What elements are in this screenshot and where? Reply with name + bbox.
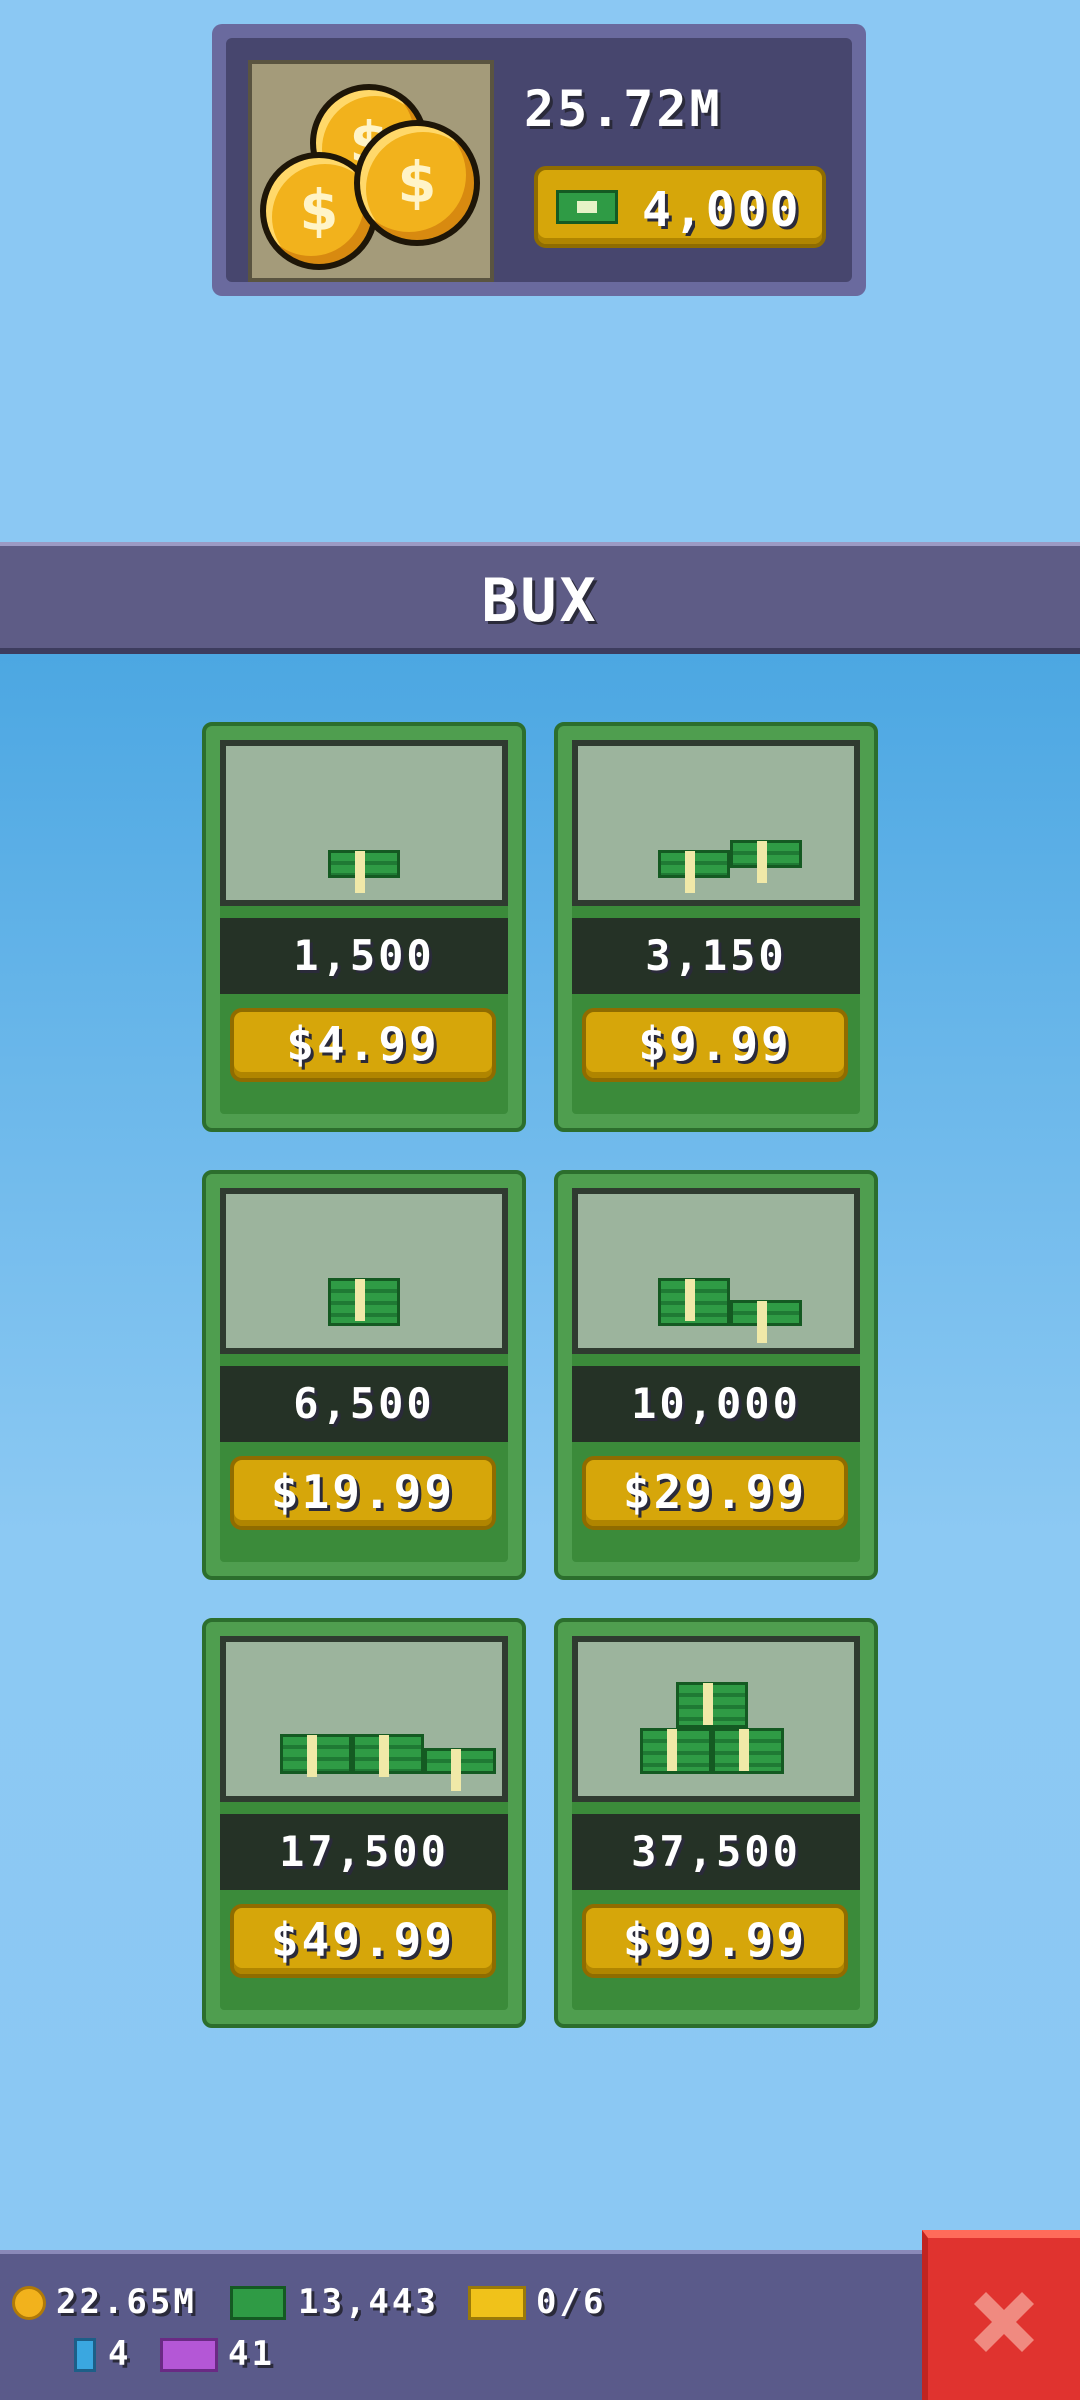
pack-amount: 1,500 [220, 918, 508, 994]
bux-bill-icon [328, 1278, 400, 1326]
bux-bill-icon [640, 1728, 712, 1774]
buy-button[interactable]: $4.99 [230, 1008, 496, 1082]
buy-button[interactable]: $9.99 [582, 1008, 848, 1082]
price-label: $49.99 [270, 1913, 456, 1967]
pack-image [220, 740, 508, 906]
bux-bill-icon [730, 840, 802, 883]
price-label: $9.99 [638, 1017, 792, 1071]
bux-bill-icon [424, 1748, 496, 1791]
buy-button[interactable]: $99.99 [582, 1904, 848, 1978]
pack-image [220, 1636, 508, 1802]
pack-image [572, 1188, 860, 1354]
bux-bill-icon [658, 850, 730, 893]
bux-bill-icon [658, 1278, 730, 1326]
elevator-pass-icon [74, 2338, 96, 2372]
pack-amount: 3,150 [572, 918, 860, 994]
bux-bill-icon [328, 850, 400, 893]
buy-button[interactable]: $29.99 [582, 1456, 848, 1530]
shop-area: 1,500 $4.99 3,150 $9.99 6,500 $19.99 10,… [0, 654, 1080, 2250]
bux-bill-icon [230, 2286, 286, 2320]
price-label: $4.99 [286, 1017, 440, 1071]
close-button[interactable] [922, 2230, 1080, 2400]
pack-image [572, 740, 860, 906]
bux-bill-icon [712, 1728, 784, 1774]
bottom-vip-tickets: 41 [228, 2334, 275, 2374]
coins-balance: 25.72M [524, 80, 723, 138]
bottom-bux: 13,443 [298, 2282, 439, 2322]
bottom-status-bar: 22.65M 13,443 0/6 4 41 [0, 2250, 1080, 2400]
buy-button[interactable]: $19.99 [230, 1456, 496, 1530]
bux-bill-icon [676, 1682, 748, 1728]
coin-stack-icon: $ $ $ [248, 60, 494, 282]
ticket-icon [468, 2286, 526, 2320]
bux-balance-button[interactable]: 4,000 [534, 166, 826, 248]
coin-icon [12, 2286, 46, 2320]
bux-pack-card: 3,150 $9.99 [554, 722, 878, 1132]
currency-panel: $ $ $ 25.72M 4,000 [212, 24, 866, 296]
pack-image [572, 1636, 860, 1802]
pack-amount: 6,500 [220, 1366, 508, 1442]
pack-image [220, 1188, 508, 1354]
close-x-icon [974, 2292, 1034, 2352]
price-label: $29.99 [622, 1465, 808, 1519]
header-bar: BUX [0, 542, 1080, 654]
bux-bill-icon [730, 1300, 802, 1343]
bottom-coins: 22.65M [56, 2282, 197, 2322]
coin-icon: $ [354, 120, 480, 246]
bux-bill-icon [280, 1734, 352, 1777]
bottom-elevator-passes: 4 [108, 2334, 132, 2374]
buy-button[interactable]: $49.99 [230, 1904, 496, 1978]
page-title: BUX [481, 566, 599, 636]
price-label: $99.99 [622, 1913, 808, 1967]
bux-pack-card: 37,500 $99.99 [554, 1618, 878, 2028]
bux-pack-card: 10,000 $29.99 [554, 1170, 878, 1580]
bux-pack-card: 17,500 $49.99 [202, 1618, 526, 2028]
bottom-tickets: 0/6 [536, 2282, 607, 2322]
price-label: $19.99 [270, 1465, 456, 1519]
bux-bill-icon [556, 190, 618, 224]
bux-pack-card: 6,500 $19.99 [202, 1170, 526, 1580]
pack-amount: 10,000 [572, 1366, 860, 1442]
bux-bill-icon [352, 1734, 424, 1777]
bux-balance: 4,000 [642, 182, 802, 238]
pack-amount: 37,500 [572, 1814, 860, 1890]
bux-pack-card: 1,500 $4.99 [202, 722, 526, 1132]
vip-ticket-icon [160, 2338, 218, 2372]
pack-amount: 17,500 [220, 1814, 508, 1890]
currency-panel-inner: $ $ $ 25.72M 4,000 [226, 38, 852, 282]
